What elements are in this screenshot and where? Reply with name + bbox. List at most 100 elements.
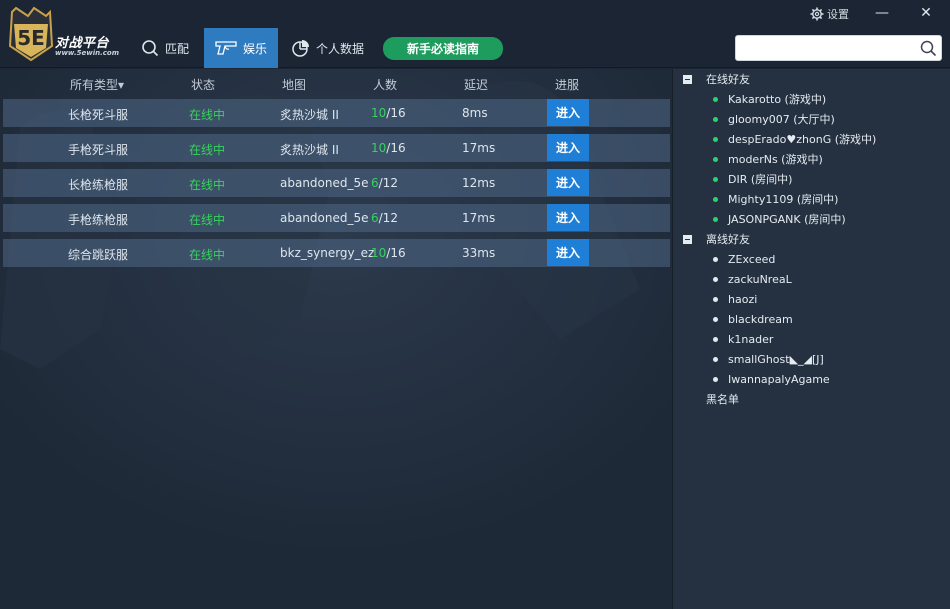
offline-status-icon [713, 256, 718, 262]
server-status: 在线中 [189, 143, 226, 157]
friend-name: Mighty1109 (房间中) [728, 193, 839, 206]
friend-item-offline[interactable]: k1nader [713, 331, 773, 347]
offline-friends-group[interactable]: 离线好友 [683, 231, 750, 247]
pie-chart-icon [292, 40, 309, 57]
search-icon[interactable] [920, 40, 937, 57]
server-map: abandoned_5e [280, 176, 369, 190]
friend-item-offline[interactable]: haozi [713, 291, 757, 307]
friend-name: ZExceed [728, 252, 776, 266]
server-ping: 12ms [462, 176, 496, 190]
join-server-button[interactable]: 进入 [547, 204, 589, 231]
column-status: 状态 [191, 78, 216, 92]
column-ping: 延迟 [464, 78, 489, 92]
server-players: 10/16 [371, 246, 406, 260]
app-logo: 5E 对战平台 www.5ewin.com [4, 2, 126, 66]
nav-tab-personal-stats[interactable]: 个人数据 [286, 28, 370, 68]
friend-name: zackuNreaL [728, 272, 792, 286]
friend-item-offline[interactable]: ZExceed [713, 251, 775, 267]
friend-name: DIR (房间中) [728, 173, 793, 186]
friend-item-online[interactable]: moderNs (游戏中) [713, 151, 823, 167]
players-current: 10 [371, 106, 387, 120]
players-max: /16 [386, 246, 406, 260]
server-players: 10/16 [371, 106, 406, 120]
players-current: 6 [371, 176, 379, 190]
svg-text:5E: 5E [17, 26, 45, 50]
friend-name: JASONPGANK (房间中) [728, 213, 846, 226]
online-status-icon [713, 116, 718, 122]
players-max: /12 [378, 211, 398, 225]
players-max: /16 [386, 141, 406, 155]
5e-shield-logo-icon: 5E [8, 6, 54, 62]
offline-status-icon [713, 296, 718, 302]
search-icon [142, 40, 159, 57]
close-button[interactable]: ✕ [916, 4, 936, 22]
server-players: 6/12 [371, 211, 398, 225]
server-players: 10/16 [371, 141, 406, 155]
friend-name: blackdream [728, 312, 793, 326]
friend-item-online[interactable]: Kakarotto (游戏中) [713, 91, 826, 107]
server-row[interactable]: 长枪死斗服 在线中 炙热沙城 II 10/16 8ms 进入 [3, 99, 670, 127]
friend-item-online[interactable]: Mighty1109 (房间中) [713, 191, 838, 207]
server-players: 6/12 [371, 176, 398, 190]
nav-tab-match[interactable]: 匹配 [134, 28, 196, 68]
server-list-panel: 所有类型▾ 状态 地图 人数 延迟 进服 长枪死斗服 在线中 炙热沙城 II 1… [0, 69, 672, 609]
friend-name: smallGhost◣_◢[J] [728, 352, 824, 366]
column-players: 人数 [373, 78, 398, 92]
join-server-button[interactable]: 进入 [547, 169, 589, 196]
friend-item-offline[interactable]: zackuNreaL [713, 271, 792, 287]
server-row[interactable]: 长枪练枪服 在线中 abandoned_5e 6/12 12ms 进入 [3, 169, 670, 197]
online-status-icon [713, 136, 718, 142]
server-ping: 8ms [462, 106, 488, 120]
minimize-button[interactable]: — [872, 4, 892, 22]
friend-item-online[interactable]: gloomy007 (大厅中) [713, 111, 835, 127]
join-server-button[interactable]: 进入 [547, 134, 589, 161]
friend-name: moderNs (游戏中) [728, 153, 823, 166]
online-status-icon [713, 96, 718, 102]
collapse-icon[interactable] [683, 234, 692, 244]
friend-item-online[interactable]: DIR (房间中) [713, 171, 792, 187]
online-friends-group[interactable]: 在线好友 [683, 71, 750, 87]
offline-status-icon [713, 316, 718, 322]
friend-item-online[interactable]: JASONPGANK (房间中) [713, 211, 846, 227]
server-status: 在线中 [189, 108, 226, 122]
friend-item-offline[interactable]: blackdream [713, 311, 793, 327]
server-row[interactable]: 手枪死斗服 在线中 炙热沙城 II 10/16 17ms 进入 [3, 134, 670, 162]
friend-item-online[interactable]: despErado♥zhonG (游戏中) [713, 131, 876, 147]
server-map: 炙热沙城 II [280, 143, 339, 157]
join-server-button[interactable]: 进入 [547, 239, 589, 266]
nav-tab-entertainment[interactable]: 娱乐 [204, 28, 278, 68]
server-table-header: 所有类型▾ 状态 地图 人数 延迟 进服 [0, 69, 672, 97]
join-server-button[interactable]: 进入 [547, 99, 589, 126]
offline-status-icon [713, 356, 718, 362]
blacklist-group[interactable]: 黑名单 [706, 391, 739, 407]
server-type: 综合跳跃服 [68, 248, 129, 262]
logo-subtitle: www.5ewin.com [55, 49, 119, 57]
collapse-icon[interactable] [683, 74, 692, 84]
friend-item-offline[interactable]: smallGhost◣_◢[J] [713, 351, 824, 367]
friend-item-offline[interactable]: IwannapalyAgame [713, 371, 830, 387]
offline-status-icon [713, 276, 718, 282]
column-join: 进服 [555, 78, 580, 92]
online-status-icon [713, 216, 718, 222]
friend-search-input[interactable] [742, 39, 918, 57]
online-status-icon [713, 156, 718, 162]
server-ping: 17ms [462, 141, 496, 155]
online-status-icon [713, 196, 718, 202]
server-ping: 17ms [462, 211, 496, 225]
gear-icon [810, 7, 824, 21]
settings-label: 设置 [827, 8, 849, 21]
server-row[interactable]: 综合跳跃服 在线中 bkz_synergy_ez 10/16 33ms 进入 [3, 239, 670, 267]
beginner-guide-button[interactable]: 新手必读指南 [383, 37, 503, 60]
online-friends-label: 在线好友 [706, 73, 750, 86]
server-row[interactable]: 手枪练枪服 在线中 abandoned_5e 6/12 17ms 进入 [3, 204, 670, 232]
online-status-icon [713, 176, 718, 182]
column-type-filter[interactable]: 所有类型▾ [70, 76, 124, 93]
friend-name: IwannapalyAgame [728, 372, 830, 386]
server-ping: 33ms [462, 246, 496, 260]
friend-name: despErado♥zhonG (游戏中) [728, 133, 877, 146]
server-status: 在线中 [189, 248, 226, 262]
server-type: 长枪死斗服 [68, 108, 129, 122]
top-bar: 5E 对战平台 www.5ewin.com 匹配 娱乐 个人数据 新手必读指南 [0, 0, 950, 68]
column-map: 地图 [282, 78, 307, 92]
settings-button[interactable]: 设置 [810, 6, 849, 22]
